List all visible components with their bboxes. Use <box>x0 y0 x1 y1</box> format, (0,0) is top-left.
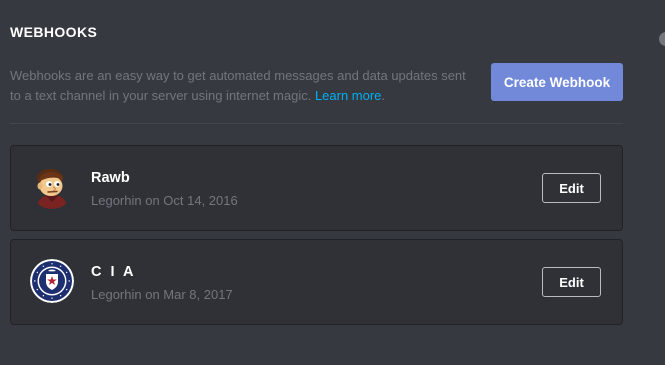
webhook-name: Rawb <box>91 170 130 186</box>
webhook-card-cia: C I A Legorhin on Mar 8, 2017 Edit <box>10 239 623 325</box>
webhook-meta: Legorhin on Oct 14, 2016 <box>91 193 238 208</box>
create-webhook-button[interactable]: Create Webhook <box>491 63 623 101</box>
description-period: . <box>381 88 386 103</box>
learn-more-link[interactable]: Learn more <box>315 88 381 103</box>
page-title: WEBHOOKS <box>10 24 98 40</box>
webhook-meta: Legorhin on Mar 8, 2017 <box>91 287 233 302</box>
description-text: Webhooks are an easy way to get automate… <box>10 68 466 103</box>
edit-button[interactable]: Edit <box>542 173 601 203</box>
scroll-indicator <box>659 32 665 46</box>
edit-button[interactable]: Edit <box>542 267 601 297</box>
webhooks-description: Webhooks are an easy way to get automate… <box>10 66 480 106</box>
divider <box>10 123 623 124</box>
cia-seal-icon <box>30 259 74 303</box>
webhook-name: C I A <box>91 264 136 280</box>
cartoon-face-icon <box>30 165 74 209</box>
webhook-card-rawb: Rawb Legorhin on Oct 14, 2016 Edit <box>10 145 623 231</box>
